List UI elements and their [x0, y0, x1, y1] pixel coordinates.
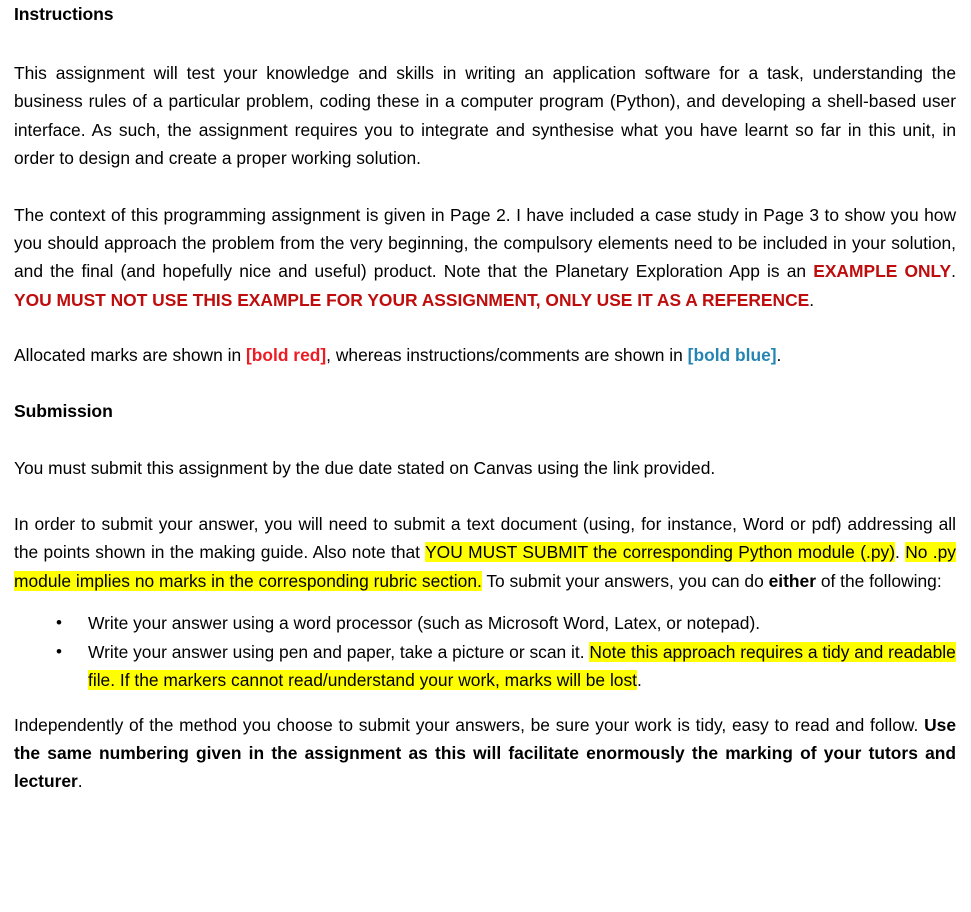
marks-lead-text: Allocated marks are shown in	[14, 345, 246, 366]
due-date-text: You must submit this assignment by the d…	[14, 457, 716, 478]
bullet-1-text: Write your answer using a word processor…	[88, 613, 761, 634]
submission-heading: Submission	[14, 400, 113, 421]
order-separator-1: .	[895, 542, 906, 563]
bold-red-legend: [bold red]	[245, 345, 327, 366]
bullet-icon: •	[56, 641, 62, 661]
bold-blue-legend: [bold blue]	[687, 345, 777, 366]
list-item: • Write your answer using pen and paper, …	[14, 638, 956, 695]
document-page: Instructions This assignment will test y…	[0, 0, 971, 912]
closing-period: .	[77, 771, 83, 792]
context-paragraph: The context of this programming assignme…	[14, 201, 956, 315]
order-separator-2: To submit your answers, you can do	[481, 570, 769, 591]
must-not-use-warning: YOU MUST NOT USE THIS EXAMPLE FOR YOUR A…	[14, 289, 810, 310]
marks-period: .	[776, 345, 782, 366]
context-period: .	[809, 289, 815, 310]
either-emphasis: either	[768, 570, 816, 591]
example-only-emphasis: EXAMPLE ONLY	[813, 261, 952, 282]
closing-paragraph: Independently of the method you choose t…	[14, 711, 956, 796]
due-date-paragraph: You must submit this assignment by the d…	[14, 454, 956, 482]
bullet-icon: •	[56, 613, 62, 633]
bullet-2-period: .	[637, 670, 642, 691]
order-tail-text: of the following:	[815, 570, 942, 591]
submission-method-paragraph: In order to submit your answer, you will…	[14, 510, 956, 595]
submission-options-list: • Write your answer using a word process…	[14, 609, 956, 694]
intro-paragraph: This assignment will test your knowledge…	[14, 59, 956, 173]
closing-lead-text: Independently of the method you choose t…	[14, 714, 925, 735]
bullet-2-lead-text: Write your answer using pen and paper, t…	[88, 641, 590, 662]
instructions-heading: Instructions	[14, 4, 114, 24]
must-submit-py-highlight: YOU MUST SUBMIT the corresponding Python…	[425, 542, 895, 563]
marks-legend-paragraph: Allocated marks are shown in [bold red],…	[14, 341, 956, 369]
list-item: • Write your answer using a word process…	[14, 609, 956, 637]
context-separator: .	[951, 261, 957, 282]
marks-middle-text: , whereas instructions/comments are show…	[326, 345, 688, 366]
intro-text: This assignment will test your knowledge…	[14, 63, 956, 169]
